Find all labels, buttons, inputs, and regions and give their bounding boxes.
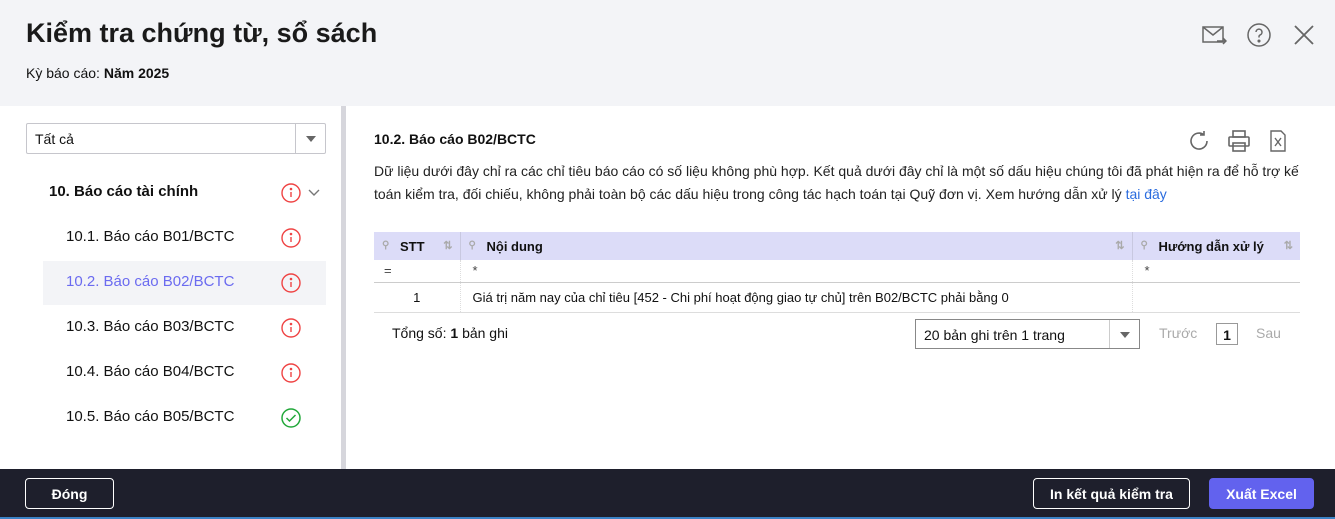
- chevron-down-icon[interactable]: [308, 189, 320, 197]
- filter-content[interactable]: *: [460, 260, 1133, 283]
- close-icon[interactable]: [1291, 22, 1317, 48]
- total-records: Tổng số: 1 bản ghi: [392, 325, 508, 341]
- column-header-stt[interactable]: ⚲ STT ⇅: [374, 232, 461, 260]
- filter-row: = * *: [374, 260, 1300, 283]
- excel-export-icon[interactable]: [1266, 129, 1290, 153]
- current-page[interactable]: 1: [1216, 323, 1238, 345]
- refresh-icon[interactable]: [1187, 129, 1211, 153]
- check-circle-icon: [281, 408, 301, 428]
- warning-icon: [281, 363, 301, 383]
- sort-icon[interactable]: ⇅: [1284, 239, 1293, 252]
- prev-page-button[interactable]: Trước: [1159, 325, 1197, 341]
- pin-icon[interactable]: ⚲: [469, 240, 476, 251]
- warning-icon: [281, 318, 301, 338]
- warning-icon: [281, 183, 301, 203]
- warning-icon: [281, 228, 301, 248]
- pin-icon[interactable]: ⚲: [1141, 240, 1148, 251]
- report-period: Kỳ báo cáo: Năm 2025: [26, 65, 170, 81]
- pin-icon[interactable]: ⚲: [382, 240, 389, 251]
- export-excel-button[interactable]: Xuất Excel: [1209, 478, 1314, 509]
- column-header-guide[interactable]: ⚲ Hướng dẫn xử lý ⇅: [1132, 232, 1300, 260]
- column-header-content[interactable]: ⚲ Nội dung ⇅: [460, 232, 1133, 260]
- guide-link[interactable]: tại đây: [1126, 186, 1167, 202]
- sort-icon[interactable]: ⇅: [443, 239, 452, 252]
- status-filter-select[interactable]: Tất cả: [26, 123, 326, 154]
- dialog-footer: Đóng In kết quả kiểm tra Xuất Excel: [0, 469, 1335, 519]
- table-row[interactable]: 1 Giá trị năm nay của chỉ tiêu [452 - Ch…: [374, 282, 1300, 313]
- send-mail-icon[interactable]: [1201, 22, 1227, 48]
- section-title: 10.2. Báo cáo B02/BCTC: [374, 131, 536, 147]
- dialog-header: Kiểm tra chứng từ, sổ sách Kỳ báo cáo: N…: [0, 0, 1335, 106]
- page-size-select[interactable]: 20 bản ghi trên 1 trang: [915, 319, 1140, 349]
- dialog-title: Kiểm tra chứng từ, sổ sách: [26, 18, 378, 48]
- close-button[interactable]: Đóng: [25, 478, 114, 509]
- sort-icon[interactable]: ⇅: [1115, 239, 1124, 252]
- sidebar-group-financial-reports[interactable]: 10. Báo cáo tài chính: [49, 183, 198, 200]
- next-page-button[interactable]: Sau: [1256, 325, 1281, 341]
- filter-guide[interactable]: *: [1132, 260, 1300, 283]
- results-table: ⚲ STT ⇅ ⚲ Nội dung ⇅ ⚲ Hướng dẫn xử lý ⇅ = * *…: [374, 232, 1300, 313]
- warning-icon: [281, 273, 301, 293]
- filter-stt[interactable]: =: [374, 260, 461, 283]
- print-icon[interactable]: [1227, 129, 1251, 153]
- description: Dữ liệu dưới đây chỉ ra các chỉ tiêu báo…: [374, 163, 1299, 202]
- print-results-button[interactable]: In kết quả kiểm tra: [1033, 478, 1190, 509]
- chevron-down-icon[interactable]: [295, 124, 325, 153]
- panel-divider[interactable]: [341, 106, 346, 469]
- help-icon[interactable]: [1246, 22, 1272, 48]
- chevron-down-icon[interactable]: [1109, 320, 1139, 348]
